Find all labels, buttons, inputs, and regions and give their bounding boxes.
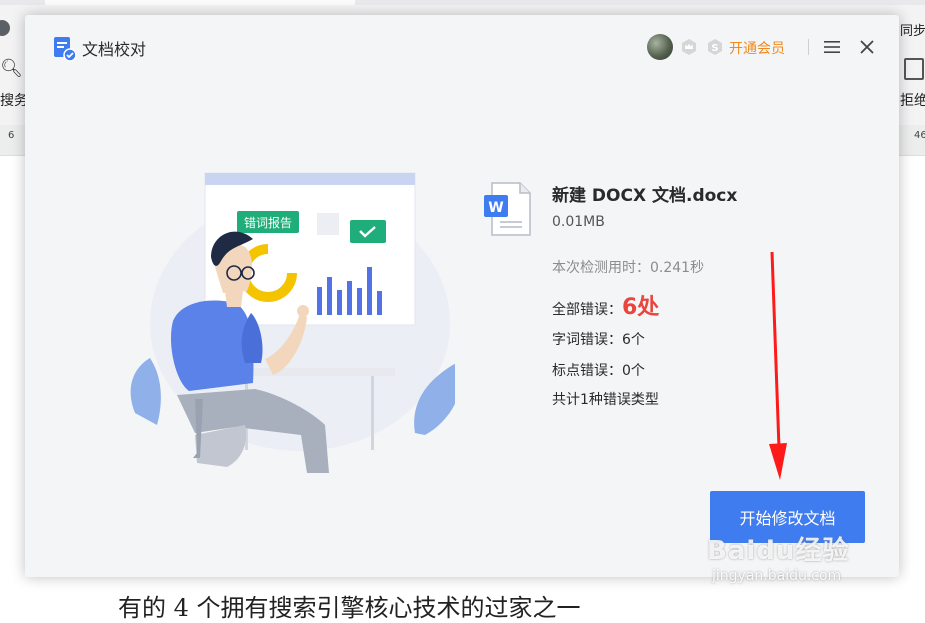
red-annotation-arrow-icon bbox=[769, 252, 787, 480]
file-name: 新建 DOCX 文档.docx bbox=[552, 186, 738, 206]
punctuation-errors-count: 标点错误：0个 bbox=[552, 363, 645, 379]
file-size: 0.01MB bbox=[552, 214, 605, 230]
hamburger-menu-icon[interactable] bbox=[823, 39, 841, 55]
total-errors-row: 全部错误：6处 bbox=[552, 289, 659, 321]
error-types-count: 共计1种错误类型 bbox=[552, 392, 659, 408]
word-file-icon: W bbox=[484, 182, 531, 236]
svg-text:S: S bbox=[711, 43, 718, 54]
word-errors-count: 字词错误：6个 bbox=[552, 332, 645, 348]
baidu-watermark-url: jingyan.baidu.com bbox=[712, 568, 842, 584]
background-reject-icon[interactable] bbox=[904, 58, 924, 80]
background-document-text: 有的 4 个拥有搜索引擎核心技术的过家之一 bbox=[118, 594, 581, 622]
total-errors-label: 全部错误： bbox=[552, 302, 622, 318]
super-vip-badge-icon[interactable]: S bbox=[706, 38, 724, 56]
dialog-title: 文档校对 bbox=[82, 40, 147, 59]
check-duration: 本次检测用时：0.241秒 bbox=[552, 260, 705, 276]
background-sync-label[interactable]: 同步 bbox=[900, 20, 925, 39]
document-check-icon bbox=[54, 37, 77, 62]
report-illustration: 错词报告 bbox=[130, 172, 455, 473]
report-tag-label: 错词报告 bbox=[244, 215, 292, 230]
avatar[interactable] bbox=[647, 34, 673, 60]
background-ruler-mark-right: 46 bbox=[914, 130, 925, 141]
background-toolbar-label-left[interactable]: 搜务 bbox=[0, 90, 28, 110]
header-divider bbox=[808, 39, 809, 55]
background-ruler-mark-left: 6 bbox=[8, 130, 15, 141]
close-icon[interactable] bbox=[857, 37, 877, 57]
baidu-watermark: Baidu经验 bbox=[707, 536, 850, 566]
background-toolbar-label-right[interactable]: 拒绝 bbox=[900, 90, 925, 110]
svg-text:W: W bbox=[488, 200, 503, 216]
total-errors-value: 6处 bbox=[622, 295, 660, 320]
crown-badge-icon[interactable] bbox=[680, 38, 698, 56]
background-search-icon[interactable]: 🔍︎ bbox=[0, 58, 23, 79]
open-vip-link[interactable]: 开通会员 bbox=[729, 38, 785, 58]
